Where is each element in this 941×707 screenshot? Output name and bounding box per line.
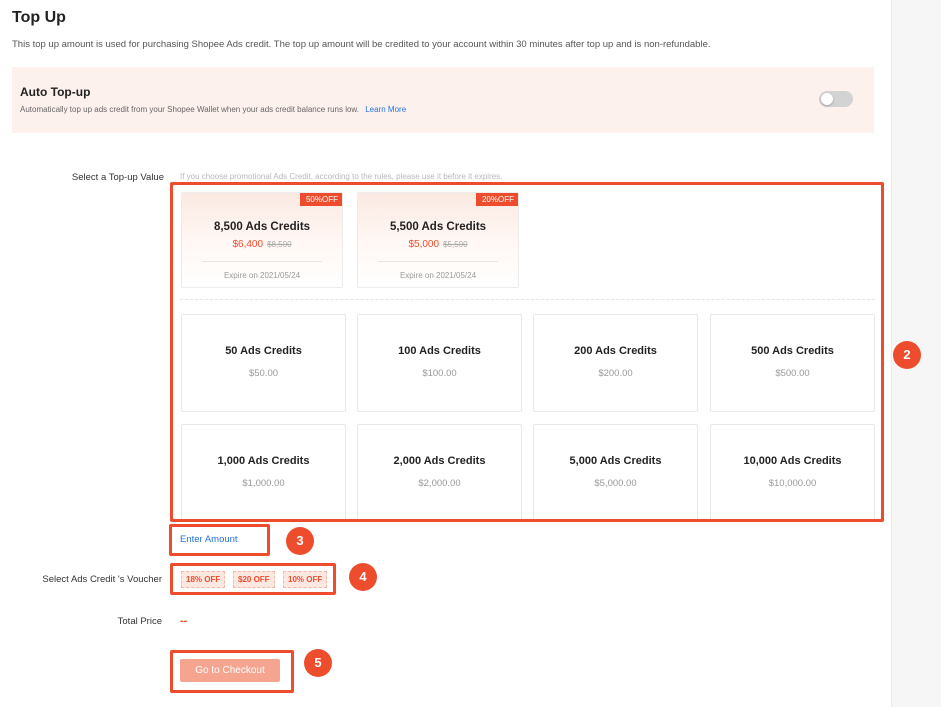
highlight-box-options (170, 182, 884, 522)
auto-topup-description: Automatically top up ads credit from you… (20, 105, 406, 114)
step-marker: 3 (286, 527, 314, 555)
auto-topup-panel: Auto Top-up Automatically top up ads cre… (12, 67, 874, 133)
highlight-box-enter-amount (169, 524, 270, 556)
step-marker: 4 (349, 563, 377, 591)
total-price-label: Total Price (117, 616, 162, 627)
step-marker: 5 (304, 649, 332, 677)
voucher-label: Select Ads Credit 's Voucher (42, 574, 162, 585)
step-marker: 2 (893, 341, 921, 369)
toggle-knob (821, 93, 833, 105)
highlight-box-voucher (170, 563, 336, 595)
auto-topup-toggle[interactable] (819, 91, 853, 107)
promo-hint: If you choose promotional Ads Credit, ac… (180, 172, 503, 181)
topup-value-label: Select a Top-up Value (71, 172, 164, 183)
highlight-box-checkout (170, 650, 294, 693)
auto-topup-description-text: Automatically top up ads credit from you… (20, 105, 359, 114)
auto-topup-title: Auto Top-up (20, 85, 91, 99)
total-price-value: -- (180, 615, 188, 627)
page-description: This top up amount is used for purchasin… (12, 39, 711, 50)
learn-more-link[interactable]: Learn More (365, 105, 406, 114)
page-title: Top Up (12, 9, 66, 26)
